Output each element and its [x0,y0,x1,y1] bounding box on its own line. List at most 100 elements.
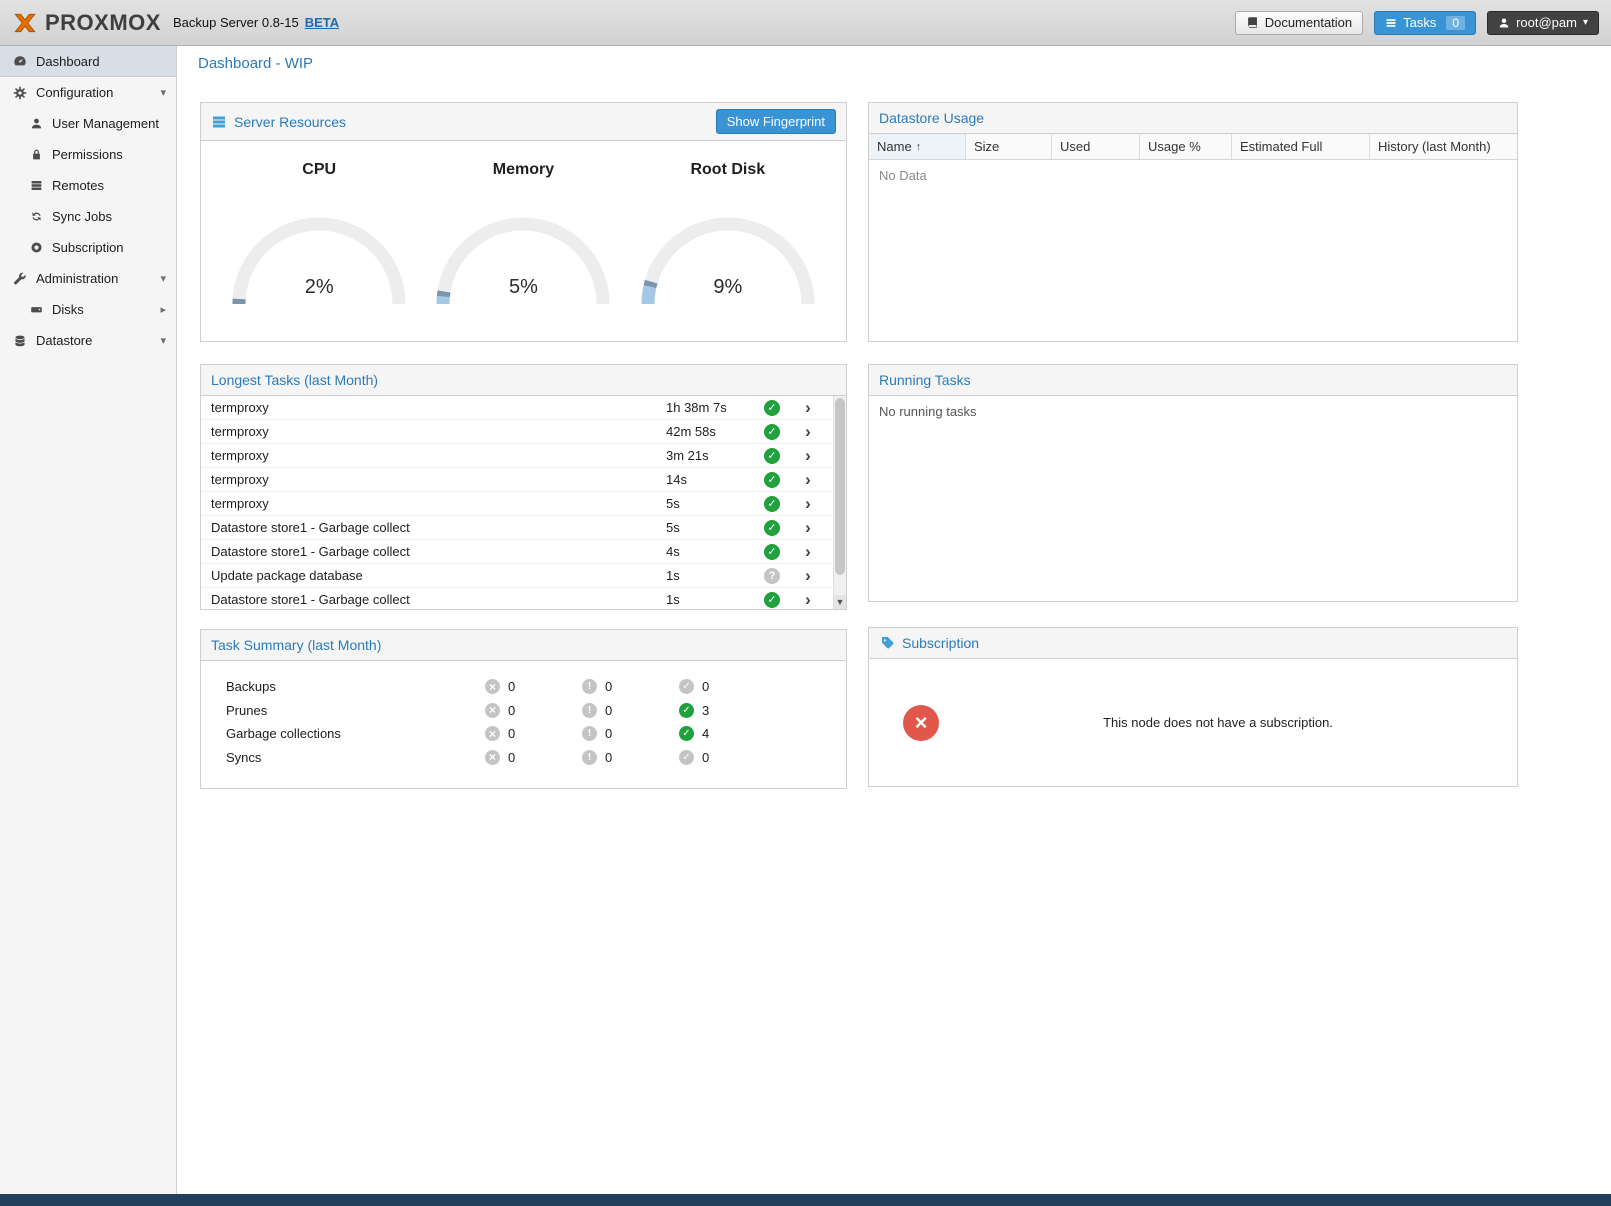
sidebar-item-label: Sync Jobs [52,209,112,224]
sidebar-item-administration[interactable]: Administration ▾ [0,263,176,294]
sidebar-item-remotes[interactable]: Remotes [0,170,176,201]
warning-count-cell[interactable]: 0 [582,679,679,694]
tasks-button[interactable]: Tasks 0 [1374,11,1476,35]
scrollbar[interactable]: ▼ [833,396,846,609]
sidebar-item-configuration[interactable]: Configuration ▾ [0,77,176,108]
sidebar-item-sync-jobs[interactable]: Sync Jobs [0,201,176,232]
panel-title: Datastore Usage [879,110,984,126]
sidebar-item-label: Permissions [52,147,123,162]
longest-tasks-panel: Longest Tasks (last Month) termproxy 1h … [200,364,847,610]
task-status-icon [764,448,780,464]
task-row[interactable]: Datastore store1 - Garbage collect 4s › [201,540,846,564]
running-tasks-panel: Running Tasks No running tasks [868,364,1518,602]
ok-count-cell[interactable]: 3 [679,703,776,718]
chevron-down-icon[interactable]: ▾ [160,334,166,347]
scrollbar-thumb[interactable] [835,398,845,575]
chevron-down-icon: ▾ [1583,18,1588,28]
open-task-icon[interactable]: › [788,399,828,416]
warning-icon [582,750,597,765]
task-row[interactable]: termproxy 42m 58s › [201,420,846,444]
task-row[interactable]: termproxy 14s › [201,468,846,492]
column-header-estimated-full[interactable]: Estimated Full [1232,134,1370,159]
task-row[interactable]: termproxy 3m 21s › [201,444,846,468]
open-task-icon[interactable]: › [788,495,828,512]
open-task-icon[interactable]: › [788,567,828,584]
task-row[interactable]: termproxy 1h 38m 7s › [201,396,846,420]
column-header-size[interactable]: Size [966,134,1052,159]
error-count-cell[interactable]: 0 [485,703,582,718]
scroll-down-button[interactable]: ▼ [834,595,846,609]
sidebar-item-dashboard[interactable]: Dashboard [0,46,176,77]
main-content: Dashboard - WIP Server Resources Show Fi… [178,46,1611,1194]
show-fingerprint-button[interactable]: Show Fingerprint [716,109,836,134]
column-header-history[interactable]: History (last Month) [1370,134,1517,159]
cpu-gauge: CPU 2% [219,157,419,309]
open-task-icon[interactable]: › [788,471,828,488]
ok-count-cell[interactable]: 0 [679,750,776,765]
ok-icon [679,679,694,694]
sidebar-item-datastore[interactable]: Datastore ▾ [0,325,176,356]
open-task-icon[interactable]: › [788,543,828,560]
book-icon [1246,16,1259,29]
lock-icon [28,147,44,163]
task-row[interactable]: Update package database 1s › [201,564,846,588]
logo-text: PROXMOX [45,10,161,36]
warning-icon [582,726,597,741]
sidebar-item-user-management[interactable]: User Management [0,108,176,139]
gauge-value: 5% [428,276,618,299]
chevron-right-icon[interactable]: ▸ [160,303,166,316]
documentation-button[interactable]: Documentation [1235,11,1363,35]
column-header-name[interactable]: Name↑ [869,134,966,159]
task-row[interactable]: termproxy 5s › [201,492,846,516]
user-menu-button[interactable]: root@pam ▾ [1487,11,1599,35]
task-status-icon [764,568,780,584]
sidebar-item-label: Disks [52,302,84,317]
task-row[interactable]: Datastore store1 - Garbage collect 1s › [201,588,846,609]
panel-title: Running Tasks [879,372,971,388]
task-status-icon [764,520,780,536]
open-task-icon[interactable]: › [788,519,828,536]
gauge-label: CPU [219,161,419,179]
sidebar-item-label: Subscription [52,240,124,255]
sidebar-item-disks[interactable]: Disks ▸ [0,294,176,325]
beta-link[interactable]: BETA [305,15,339,30]
sidebar-item-subscription[interactable]: Subscription [0,232,176,263]
warning-count-cell[interactable]: 0 [582,750,679,765]
ok-icon [679,703,694,718]
ok-count-cell[interactable]: 4 [679,726,776,741]
subscription-message: This node does not have a subscription. [939,715,1497,730]
task-status-icon [764,400,780,416]
task-status-icon [764,544,780,560]
tags-icon [879,635,895,651]
error-count-cell[interactable]: 0 [485,726,582,741]
no-subscription-icon: × [903,705,939,741]
error-icon [485,750,500,765]
chevron-down-icon[interactable]: ▾ [160,86,166,99]
warning-count-cell[interactable]: 0 [582,703,679,718]
ok-count-cell[interactable]: 0 [679,679,776,694]
open-task-icon[interactable]: › [788,447,828,464]
warning-count-cell[interactable]: 0 [582,726,679,741]
chevron-down-icon[interactable]: ▾ [160,272,166,285]
column-header-usage-percent[interactable]: Usage % [1140,134,1232,159]
error-count-cell[interactable]: 0 [485,679,582,694]
task-list-icon [1385,17,1397,29]
column-header-used[interactable]: Used [1052,134,1140,159]
proxmox-logo-icon [12,10,38,36]
wrench-icon [12,271,28,287]
error-icon [485,679,500,694]
no-running-tasks-text: No running tasks [869,396,1517,427]
top-bar: PROXMOX Backup Server 0.8-15 BETA Docume… [0,0,1611,46]
open-task-icon[interactable]: › [788,423,828,440]
server-resources-icon [211,114,227,130]
no-data-text: No Data [869,160,1517,191]
task-summary-row: Prunes 0 0 3 [226,699,776,723]
task-row[interactable]: Datastore store1 - Garbage collect 5s › [201,516,846,540]
bottom-bar [0,1194,1611,1206]
page-title: Dashboard - WIP [198,55,313,72]
open-task-icon[interactable]: › [788,591,828,608]
sidebar-item-permissions[interactable]: Permissions [0,139,176,170]
gauge-label: Memory [423,161,623,179]
error-count-cell[interactable]: 0 [485,750,582,765]
ok-icon [679,726,694,741]
